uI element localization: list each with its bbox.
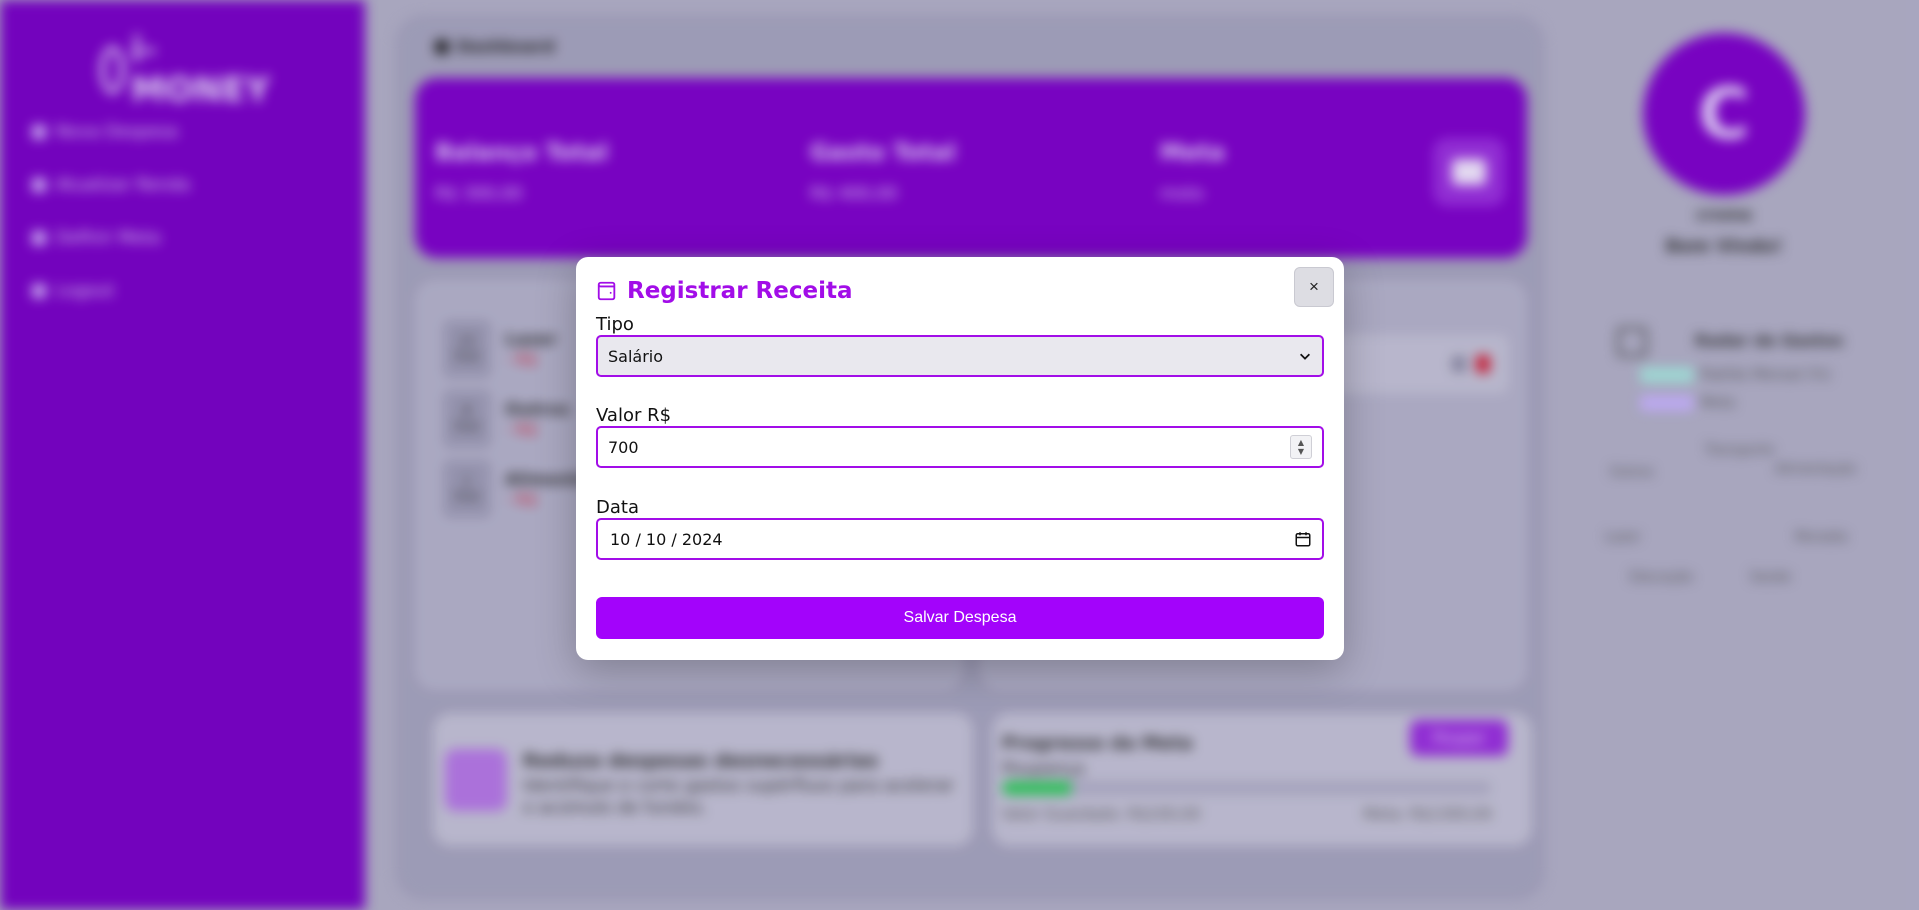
stepper-down-icon[interactable]: ▼ [1298,447,1304,456]
valor-value: 700 [608,437,639,457]
register-income-modal: Registrar Receita × Tipo Salário Valor R… [576,257,1344,660]
stepper-up-icon[interactable]: ▲ [1298,438,1304,447]
wallet-icon [597,281,616,301]
modal-header: Registrar Receita [596,278,853,304]
valor-label: Valor R$ [596,405,672,426]
number-stepper[interactable]: ▲ ▼ [1290,435,1312,459]
save-expense-button[interactable]: Salvar Despesa [596,597,1324,639]
chevron-down-icon [1300,353,1310,360]
close-button[interactable]: × [1294,267,1334,307]
tipo-select[interactable]: Salário [596,335,1324,377]
tipo-selected-value: Salário [608,346,664,366]
data-label: Data [596,497,639,518]
modal-title: Registrar Receita [627,278,853,304]
date-value: 10 / 10 / 2024 [610,529,723,549]
date-input[interactable]: 10 / 10 / 2024 [596,518,1324,560]
valor-input[interactable]: 700 ▲ ▼ [596,426,1324,468]
calendar-icon[interactable] [1294,530,1312,548]
tipo-label: Tipo [596,314,634,335]
